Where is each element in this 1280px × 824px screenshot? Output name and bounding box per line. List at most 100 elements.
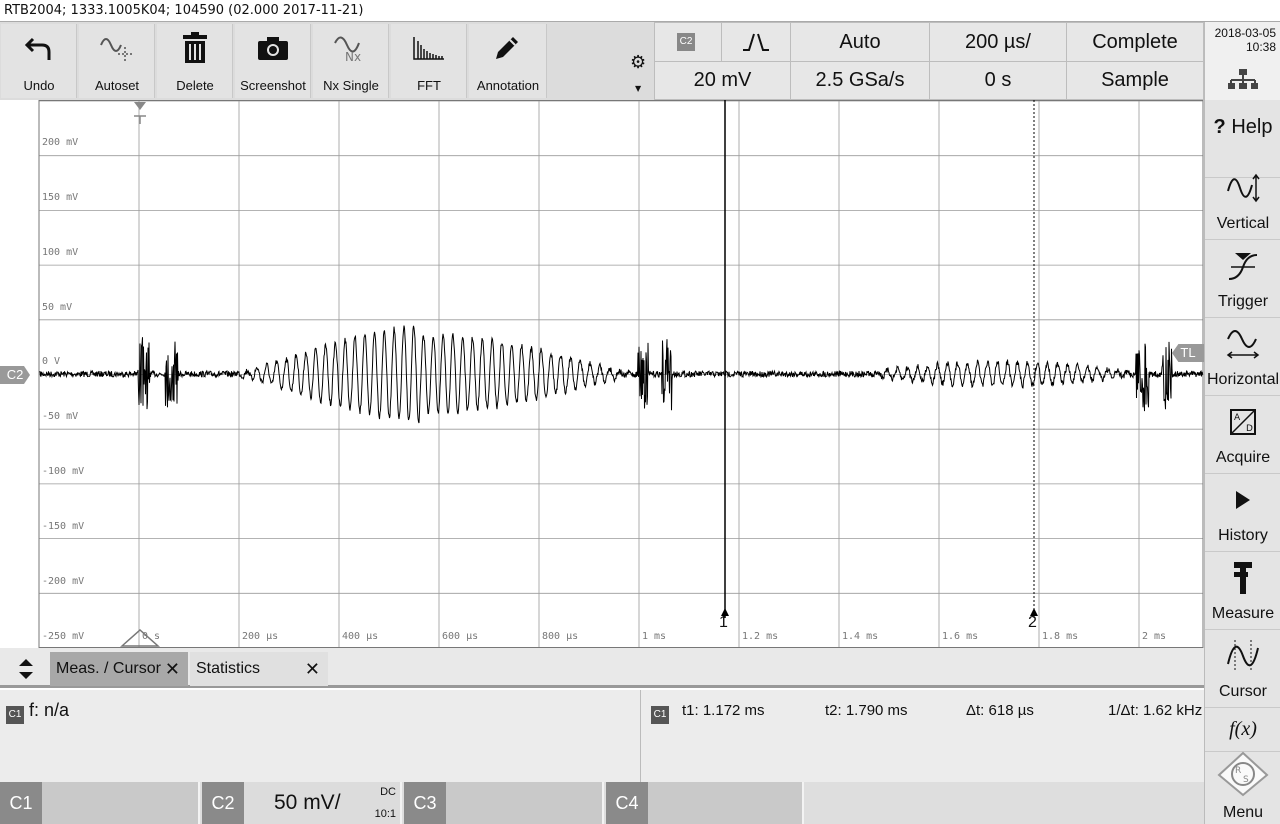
vertical-scale[interactable]: 20 mV: [654, 61, 791, 100]
delete-label: Delete: [176, 78, 214, 93]
cursor-channel-chip: C1: [651, 702, 669, 724]
settings-gear-button[interactable]: ⚙ ▼: [626, 22, 652, 100]
tab-meas-cursor[interactable]: Meas. / Cursor ✕: [50, 652, 188, 686]
measurement-panel: C1 f: n/a C1 t1: 1.172 ms t2: 1.790 ms Δ…: [0, 690, 1204, 782]
channel-4-box[interactable]: C4: [606, 782, 804, 824]
trash-icon: [157, 32, 233, 64]
right-menu: ? Help Vertical Trigger Horizontal AD Ac…: [1204, 100, 1280, 824]
y-tick-label: -50 mV: [42, 411, 79, 422]
ad-converter-icon: AD: [1205, 402, 1280, 442]
fft-label: FFT: [417, 78, 441, 93]
undo-icon: [1, 32, 77, 64]
acquisition-mode[interactable]: Sample: [1066, 61, 1204, 100]
waveform-display[interactable]: 200 mV 150 mV 100 mV 50 mV 0 V -50 mV -1…: [0, 100, 1204, 648]
date: 2018-03-05: [1214, 26, 1276, 40]
rohde-schwarz-logo-icon: RS: [1205, 751, 1280, 797]
trigger-label: Trigger: [1217, 293, 1269, 310]
nx-single-button[interactable]: Nx Nx Single: [313, 24, 389, 98]
close-icon[interactable]: ✕: [165, 652, 180, 686]
trigger-level-marker[interactable]: TL: [1172, 344, 1204, 362]
camera-icon: [235, 32, 311, 64]
edge-slope-icon: [743, 33, 769, 51]
trigger-icon: [1205, 246, 1280, 286]
fft-button[interactable]: FFT: [391, 24, 467, 98]
y-tick-label: 0 V: [42, 356, 61, 367]
cursor-inverse-delta-t: 1/Δt: 1.62 kHz: [1108, 702, 1203, 719]
annotation-label: Annotation: [476, 78, 540, 93]
channel-1-box[interactable]: C1: [0, 782, 200, 824]
measure-button[interactable]: Measure: [1205, 552, 1280, 630]
caret-down-icon: ▼: [635, 84, 642, 93]
measure-label: Measure: [1211, 605, 1275, 622]
menu-button[interactable]: RS Menu: [1205, 751, 1280, 824]
y-tick-label: -200 mV: [42, 576, 85, 587]
channel-2-label: C2: [202, 782, 244, 824]
x-tick-label: 600 µs: [442, 631, 479, 642]
trigger-edge-button[interactable]: [721, 22, 791, 62]
waveform-grid: [38, 100, 1204, 648]
x-tick-label: 1.8 ms: [1042, 631, 1079, 642]
screenshot-label: Screenshot: [240, 78, 306, 93]
svg-text:D: D: [1246, 424, 1253, 434]
acquire-label: Acquire: [1215, 449, 1271, 466]
channel-1-label: C1: [0, 782, 42, 824]
gear-icon: ⚙: [630, 52, 647, 73]
horizontal-button[interactable]: Horizontal: [1205, 318, 1280, 396]
timebase[interactable]: 200 µs/: [929, 22, 1067, 62]
play-icon: [1205, 480, 1280, 520]
pencil-icon: [469, 32, 545, 64]
x-tick-label: 1 ms: [642, 631, 667, 642]
time: 10:38: [1245, 40, 1276, 54]
x-tick-label: 0 s: [142, 631, 161, 642]
acquisition-state[interactable]: Complete: [1066, 22, 1204, 62]
y-tick-label: -150 mV: [42, 521, 85, 532]
channel-2-box[interactable]: C2 50 mV/ DC 10:1: [202, 782, 402, 824]
channel-chip: C2: [677, 33, 695, 51]
time-offset[interactable]: 0 s: [929, 61, 1067, 100]
x-tick-label: 800 µs: [542, 631, 579, 642]
annotation-button[interactable]: Annotation: [469, 24, 547, 98]
cursor-1-label: 1: [719, 614, 728, 631]
tab-meas-cursor-label: Meas. / Cursor: [56, 660, 161, 677]
acquire-button[interactable]: AD Acquire: [1205, 396, 1280, 474]
channel-offset-marker[interactable]: C2: [0, 366, 30, 384]
cursor-2-label: 2: [1028, 614, 1037, 631]
math-function-label: f(x): [1229, 718, 1257, 740]
expand-collapse-icon[interactable]: [6, 652, 46, 686]
screenshot-button[interactable]: Screenshot: [235, 24, 311, 98]
autoset-button[interactable]: Autoset: [79, 24, 155, 98]
history-button[interactable]: History: [1205, 474, 1280, 552]
trigger-time-marker: [134, 115, 146, 124]
autoset-label: Autoset: [94, 78, 140, 93]
horizontal-label: Horizontal: [1206, 371, 1280, 388]
math-function-button[interactable]: f(x): [1205, 708, 1280, 752]
help-label: Help: [1231, 116, 1273, 138]
trigger-button[interactable]: Trigger: [1205, 240, 1280, 318]
panel-divider: [640, 690, 641, 782]
x-tick-label: 2 ms: [1142, 631, 1167, 642]
delete-button[interactable]: Delete: [157, 24, 233, 98]
close-icon[interactable]: ✕: [305, 652, 320, 686]
history-label: History: [1218, 527, 1268, 544]
cursor-icon: [1205, 636, 1280, 676]
trigger-mode[interactable]: Auto: [790, 22, 930, 62]
vertical-label: Vertical: [1216, 215, 1270, 232]
y-tick-label: 50 mV: [42, 302, 73, 313]
sample-rate[interactable]: 2.5 GSa/s: [790, 61, 930, 100]
tab-statistics[interactable]: Statistics ✕: [190, 652, 328, 686]
cursor-t1: t1: 1.172 ms: [682, 702, 765, 719]
menu-label: Menu: [1222, 804, 1264, 821]
nx-single-label: Nx Single: [323, 78, 379, 93]
channel-3-box[interactable]: C3: [404, 782, 604, 824]
network-icon: [1228, 69, 1258, 89]
x-tick-label: 1.6 ms: [942, 631, 979, 642]
date-time: 2018-03-05 10:38: [1204, 22, 1280, 100]
cursor-button[interactable]: Cursor: [1205, 630, 1280, 708]
trigger-position-marker[interactable]: [134, 102, 146, 110]
y-tick-label: 150 mV: [42, 192, 79, 203]
channel-2-probe: 10:1: [374, 808, 396, 820]
undo-button[interactable]: Undo: [1, 24, 77, 98]
svg-text:Nx: Nx: [345, 50, 361, 63]
vertical-button[interactable]: Vertical: [1205, 162, 1280, 240]
channel-select[interactable]: C2: [654, 22, 722, 62]
